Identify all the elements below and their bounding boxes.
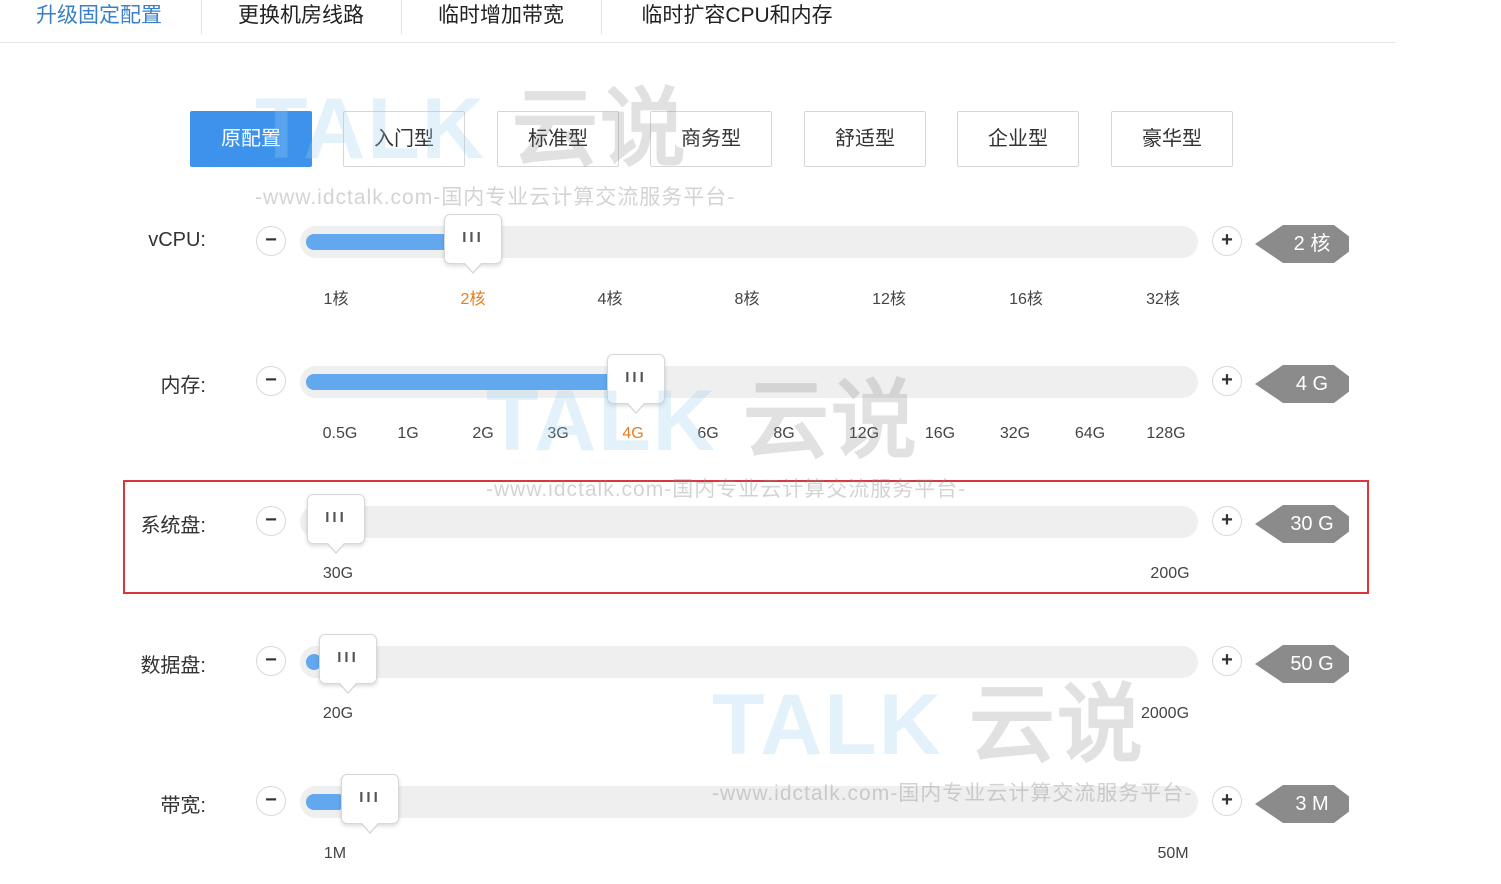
data-disk-label: 数据盘: (140, 655, 206, 677)
data-disk-increase-button[interactable]: + (1212, 646, 1242, 676)
data-disk-tick-max: 2000G (1140, 705, 1190, 722)
vcpu-tick: 12核 (872, 291, 906, 308)
system-disk-slider-thumb[interactable]: III (307, 494, 365, 554)
tab-temp-expand-cpu-memory[interactable]: 临时扩容CPU和内存 (601, 0, 873, 42)
bandwidth-increase-button[interactable]: + (1212, 786, 1242, 816)
memory-tick: 8G (773, 425, 795, 442)
system-disk-slider-track[interactable] (300, 506, 1198, 538)
memory-tick: 12G (848, 425, 880, 442)
data-disk-slider-thumb[interactable]: III (319, 634, 377, 694)
vcpu-value-text: 2 核 (1293, 233, 1331, 255)
vcpu-decrease-button[interactable]: − (256, 226, 286, 256)
data-disk-tick-min: 20G (322, 705, 354, 722)
memory-value-text: 4 G (1295, 373, 1329, 395)
tab-upgrade-fixed-config[interactable]: 升级固定配置 (14, 0, 184, 42)
vcpu-slider-track[interactable] (300, 226, 1198, 258)
memory-decrease-button[interactable]: − (256, 366, 286, 396)
tier-business-button[interactable]: 商务型 (650, 111, 772, 167)
memory-tick: 6G (697, 425, 719, 442)
memory-increase-button[interactable]: + (1212, 366, 1242, 396)
vcpu-tick: 16核 (1009, 291, 1043, 308)
watermark-brand-cn: 云说 (968, 677, 1145, 773)
memory-tick: 64G (1074, 425, 1106, 442)
vcpu-tick: 32核 (1146, 291, 1180, 308)
memory-tick-selected: 4G (622, 425, 644, 442)
bandwidth-value-text: 3 M (1295, 793, 1329, 815)
bandwidth-tick-min: 1M (323, 845, 347, 862)
tier-original-button[interactable]: 原配置 (190, 111, 312, 167)
memory-tick: 16G (924, 425, 956, 442)
vcpu-slider-thumb[interactable]: III (444, 214, 502, 274)
memory-slider-fill (306, 374, 636, 390)
memory-slider-thumb[interactable]: III (607, 354, 665, 414)
memory-tick: 128G (1146, 425, 1186, 442)
memory-tick: 3G (547, 425, 569, 442)
vcpu-tick: 1核 (323, 291, 349, 308)
memory-value-badge: 4 G (1255, 365, 1349, 403)
bandwidth-slider-thumb[interactable]: III (341, 774, 399, 834)
memory-tick: 2G (472, 425, 494, 442)
bandwidth-decrease-button[interactable]: − (256, 786, 286, 816)
system-disk-decrease-button[interactable]: − (256, 506, 286, 536)
memory-label: 内存: (160, 375, 206, 397)
memory-tick: 1G (397, 425, 419, 442)
vcpu-value-badge: 2 核 (1255, 225, 1349, 263)
data-disk-value-text: 50 G (1290, 653, 1334, 675)
vcpu-tick: 4核 (597, 291, 623, 308)
memory-tick: 32G (999, 425, 1031, 442)
system-disk-label: 系统盘: (140, 515, 206, 537)
system-disk-value-text: 30 G (1290, 513, 1334, 535)
tab-change-datacenter-line[interactable]: 更换机房线路 (201, 0, 401, 42)
tier-comfort-button[interactable]: 舒适型 (804, 111, 926, 167)
memory-slider-track[interactable] (300, 366, 1198, 398)
watermark-url: -www.idctalk.com-国内专业云计算交流服务平台- (255, 186, 736, 209)
data-disk-decrease-button[interactable]: − (256, 646, 286, 676)
vcpu-slider-fill (306, 234, 466, 250)
data-disk-slider-track[interactable] (300, 646, 1198, 678)
tier-entry-button[interactable]: 入门型 (343, 111, 465, 167)
vcpu-tick: 8核 (734, 291, 760, 308)
bandwidth-slider-track[interactable] (300, 786, 1198, 818)
tier-enterprise-button[interactable]: 企业型 (957, 111, 1079, 167)
watermark-brand: TALK (712, 677, 943, 773)
bandwidth-label: 带宽: (160, 795, 206, 817)
system-disk-tick-max: 200G (1150, 565, 1190, 582)
bandwidth-slider-fill (306, 794, 346, 810)
vcpu-tick-selected: 2核 (460, 291, 486, 308)
memory-tick: 0.5G (322, 425, 358, 442)
tier-standard-button[interactable]: 标准型 (497, 111, 619, 167)
system-disk-increase-button[interactable]: + (1212, 506, 1242, 536)
data-disk-value-badge: 50 G (1255, 645, 1349, 683)
bandwidth-tick-max: 50M (1157, 845, 1189, 862)
vcpu-increase-button[interactable]: + (1212, 226, 1242, 256)
tier-luxury-button[interactable]: 豪华型 (1111, 111, 1233, 167)
top-tabs: 升级固定配置 更换机房线路 临时增加带宽 临时扩容CPU和内存 (0, 0, 1396, 43)
tab-temp-add-bandwidth[interactable]: 临时增加带宽 (401, 0, 601, 42)
bandwidth-value-badge: 3 M (1255, 785, 1349, 823)
vcpu-label: vCPU: (148, 229, 206, 251)
system-disk-tick-min: 30G (322, 565, 354, 582)
